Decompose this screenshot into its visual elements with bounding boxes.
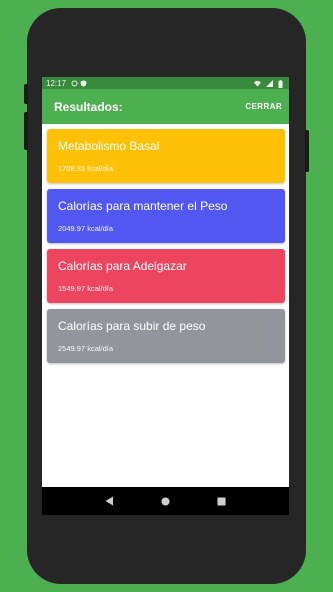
card-title: Calorías para mantener el Peso: [58, 199, 228, 213]
results-list: Metabolismo Basal 1708.31 kcal/día Calor…: [42, 124, 289, 363]
status-bar: 12:17: [42, 77, 289, 89]
card-maintain-weight[interactable]: Calorías para mantener el Peso 2049.97 k…: [47, 189, 285, 243]
page-title: Resultados:: [54, 99, 123, 114]
close-button[interactable]: CERRAR: [245, 102, 282, 111]
navigation-bar: [42, 487, 289, 515]
battery-icon: [278, 79, 285, 88]
shield-icon: [80, 79, 87, 87]
home-icon[interactable]: [158, 494, 172, 508]
card-gain-weight[interactable]: Calorías para subir de peso 2549.97 kcal…: [47, 309, 285, 363]
card-title: Calorías para subir de peso: [58, 319, 206, 333]
sync-icon: [71, 79, 78, 87]
volume-up-button: [24, 84, 28, 104]
recents-icon[interactable]: [214, 494, 228, 508]
card-title: Calorías para Adelgazar: [58, 259, 187, 273]
status-time: 12:17: [46, 78, 67, 88]
back-icon[interactable]: [103, 494, 117, 508]
volume-down-button: [24, 112, 28, 150]
card-lose-weight[interactable]: Calorías para Adelgazar 1549.97 kcal/día: [47, 249, 285, 303]
power-button: [305, 130, 309, 172]
signal-icon: [266, 79, 273, 87]
card-value: 1549.97 kcal/día: [58, 284, 114, 293]
card-title: Metabolismo Basal: [58, 139, 160, 153]
card-value: 2549.97 kcal/día: [58, 344, 114, 353]
card-value: 2049.97 kcal/día: [58, 224, 114, 233]
card-basal-metabolism[interactable]: Metabolismo Basal 1708.31 kcal/día: [47, 129, 285, 183]
screen: 12:17 Resultados: CERRAR Metabolismo Bas…: [42, 77, 289, 515]
wifi-icon: [254, 80, 261, 87]
card-value: 1708.31 kcal/día: [58, 164, 114, 173]
app-bar: Resultados: CERRAR: [42, 89, 289, 124]
